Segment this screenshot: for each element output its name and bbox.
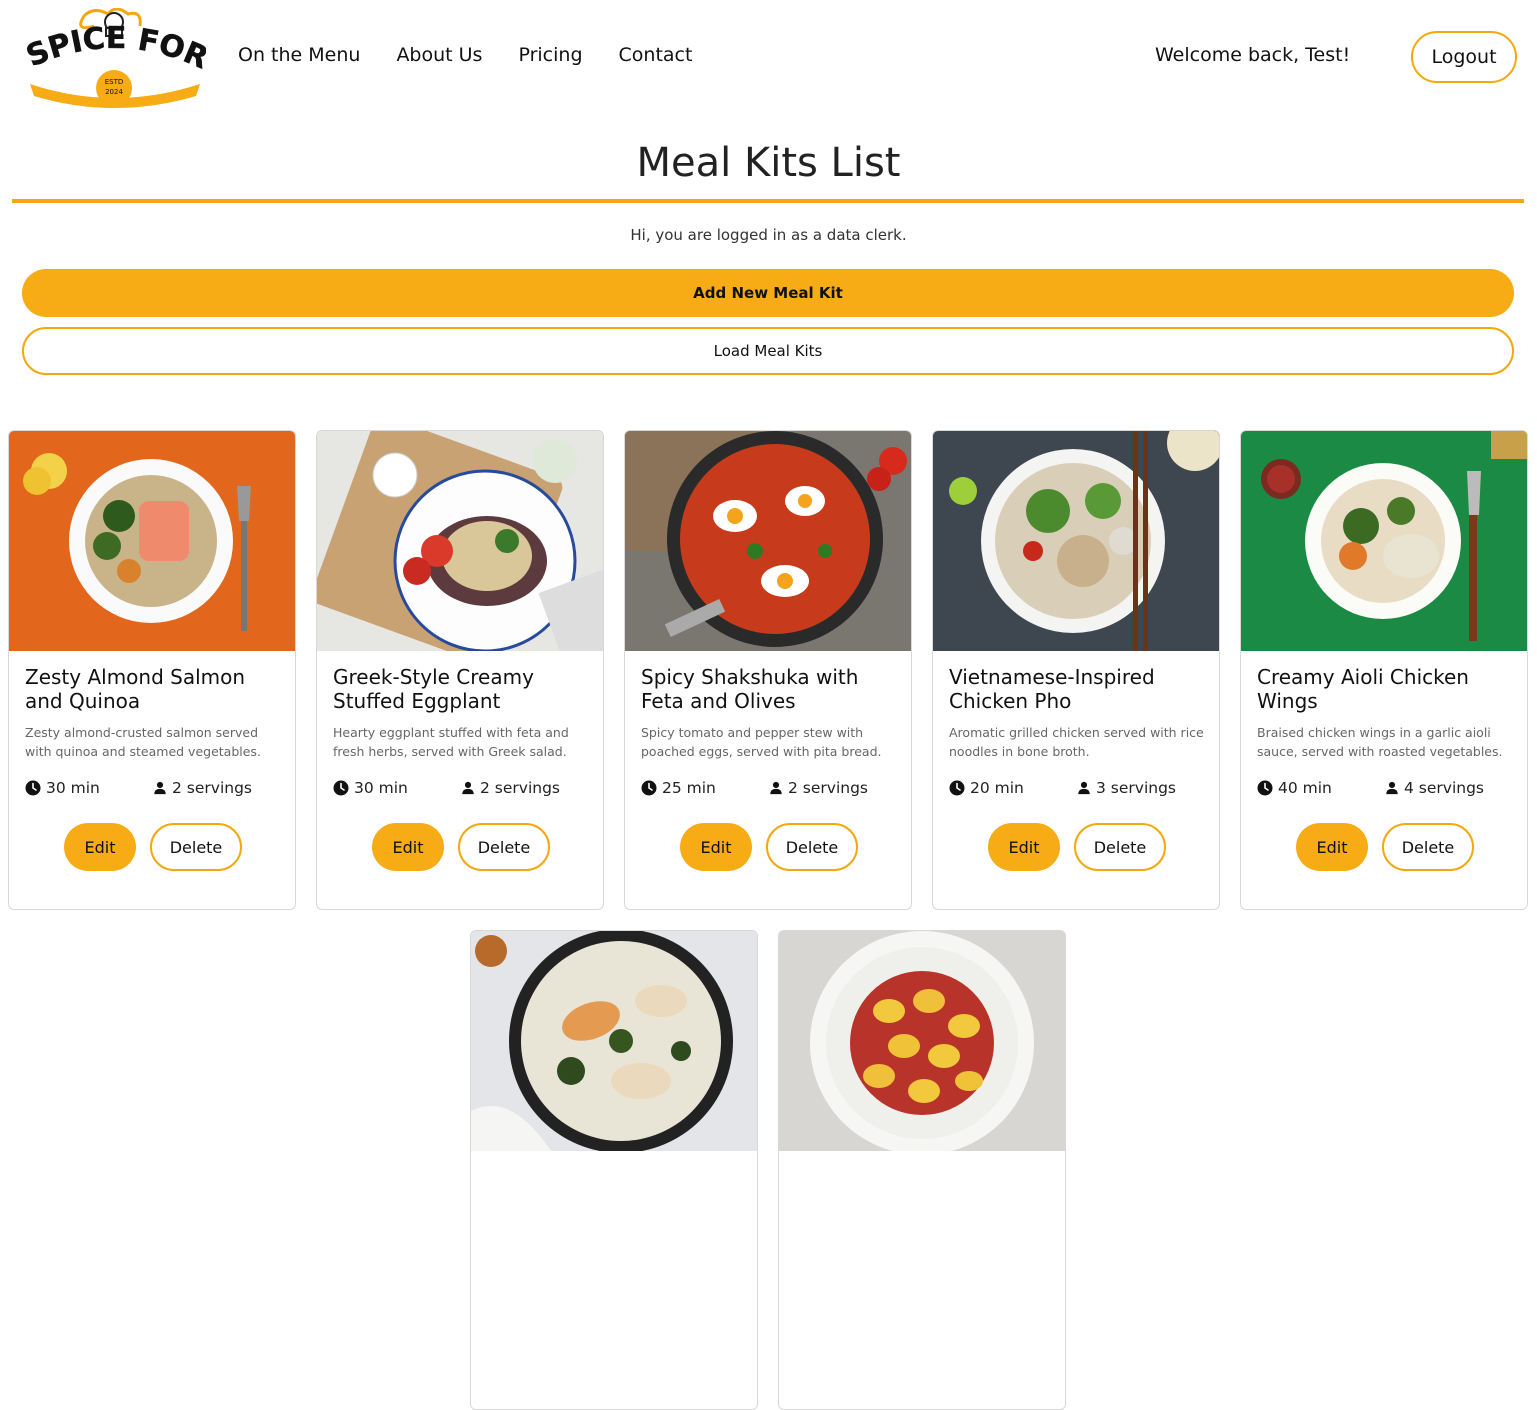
servings: 2 servings [153,779,252,797]
meal-kit-title: Creamy Aioli Chicken Wings [1257,665,1469,713]
cook-time-value: 30 min [354,779,408,797]
logo-right-text: COOKS [141,89,163,96]
edit-button[interactable]: Edit [1296,823,1368,871]
servings: 4 servings [1385,779,1484,797]
servings-value: 2 servings [480,779,560,797]
meal-kit-card: Greek-Style Creamy Stuffed Eggplant Hear… [316,430,604,910]
clock-icon [333,780,349,796]
delete-button[interactable]: Delete [766,823,858,871]
add-meal-kit-button[interactable]: Add New Meal Kit [22,269,1514,317]
clock-icon [949,780,965,796]
shakshuka-pan-photo [625,431,911,651]
meal-kit-card [470,930,758,1410]
meal-kit-description: Braised chicken wings in a garlic aioli … [1257,725,1503,759]
title-divider [12,199,1524,203]
meal-kit-description: Spicy tomato and pepper stew with poache… [641,725,882,759]
servings-value: 2 servings [788,779,868,797]
salmon-plate-photo [9,431,295,651]
logo-estd: ESTD [105,78,124,86]
clock-icon [1257,780,1273,796]
edit-button[interactable]: Edit [372,823,444,871]
nav-pricing[interactable]: Pricing [518,44,582,66]
meal-kit-card [778,930,1066,1410]
nav-about-us[interactable]: About Us [396,44,482,66]
cook-time: 20 min [949,779,1024,797]
meal-kit-description: Aromatic grilled chicken served with ric… [949,725,1204,759]
pho-bowl-photo [933,431,1219,651]
servings-value: 2 servings [172,779,252,797]
person-icon [153,781,167,795]
site-header: SPICE FORGE ESTD 2024 HOME COOKS On the … [0,0,1537,120]
clock-icon [641,780,657,796]
person-icon [1077,781,1091,795]
cook-time-value: 20 min [970,779,1024,797]
meal-kit-card: Vietnamese-Inspired Chicken Pho Aromatic… [932,430,1220,910]
delete-button[interactable]: Delete [1382,823,1474,871]
edit-button[interactable]: Edit [680,823,752,871]
nav-contact[interactable]: Contact [619,44,693,66]
cook-time: 30 min [25,779,100,797]
main-nav: On the Menu About Us Pricing Contact [238,44,692,66]
meal-kit-title: Zesty Almond Salmon and Quinoa [25,665,246,713]
cook-time: 25 min [641,779,716,797]
person-icon [1385,781,1399,795]
logout-button[interactable]: Logout [1411,31,1517,83]
cook-time-value: 25 min [662,779,716,797]
cook-time-value: 30 min [46,779,100,797]
meal-kit-title: Greek-Style Creamy Stuffed Eggplant [333,665,534,713]
cook-time: 30 min [333,779,408,797]
meal-kit-description: Hearty eggplant stuffed with feta and fr… [333,725,569,759]
cook-time: 40 min [1257,779,1332,797]
welcome-message: Welcome back, Test! [1155,44,1351,66]
cook-time-value: 40 min [1278,779,1332,797]
servings-value: 4 servings [1404,779,1484,797]
servings: 3 servings [1077,779,1176,797]
tortellini-plate-photo [779,931,1065,1151]
meal-kit-title: Vietnamese-Inspired Chicken Pho [949,665,1155,713]
page-title: Meal Kits List [636,140,901,186]
meal-kit-card: Creamy Aioli Chicken Wings Braised chick… [1240,430,1528,910]
creamy-fish-skillet-photo [471,931,757,1151]
delete-button[interactable]: Delete [458,823,550,871]
load-meal-kits-button[interactable]: Load Meal Kits [22,327,1514,375]
person-icon [769,781,783,795]
logo-left-text: HOME [67,89,85,96]
person-icon [461,781,475,795]
servings: 2 servings [461,779,560,797]
eggplant-plate-photo [317,431,603,651]
meal-kit-card: Zesty Almond Salmon and Quinoa Zesty alm… [8,430,296,910]
meal-kit-description: Zesty almond-crusted salmon served with … [25,725,261,759]
clerk-message: Hi, you are logged in as a data clerk. [630,226,907,244]
clock-icon [25,780,41,796]
brand-logo[interactable]: SPICE FORGE ESTD 2024 HOME COOKS [24,8,206,108]
edit-button[interactable]: Edit [988,823,1060,871]
logo-year: 2024 [105,88,123,96]
servings: 2 servings [769,779,868,797]
delete-button[interactable]: Delete [1074,823,1166,871]
edit-button[interactable]: Edit [64,823,136,871]
meal-kit-card: Spicy Shakshuka with Feta and Olives Spi… [624,430,912,910]
meal-kit-title: Spicy Shakshuka with Feta and Olives [641,665,859,713]
chicken-plate-photo [1241,431,1527,651]
nav-on-the-menu[interactable]: On the Menu [238,44,360,66]
servings-value: 3 servings [1096,779,1176,797]
delete-button[interactable]: Delete [150,823,242,871]
